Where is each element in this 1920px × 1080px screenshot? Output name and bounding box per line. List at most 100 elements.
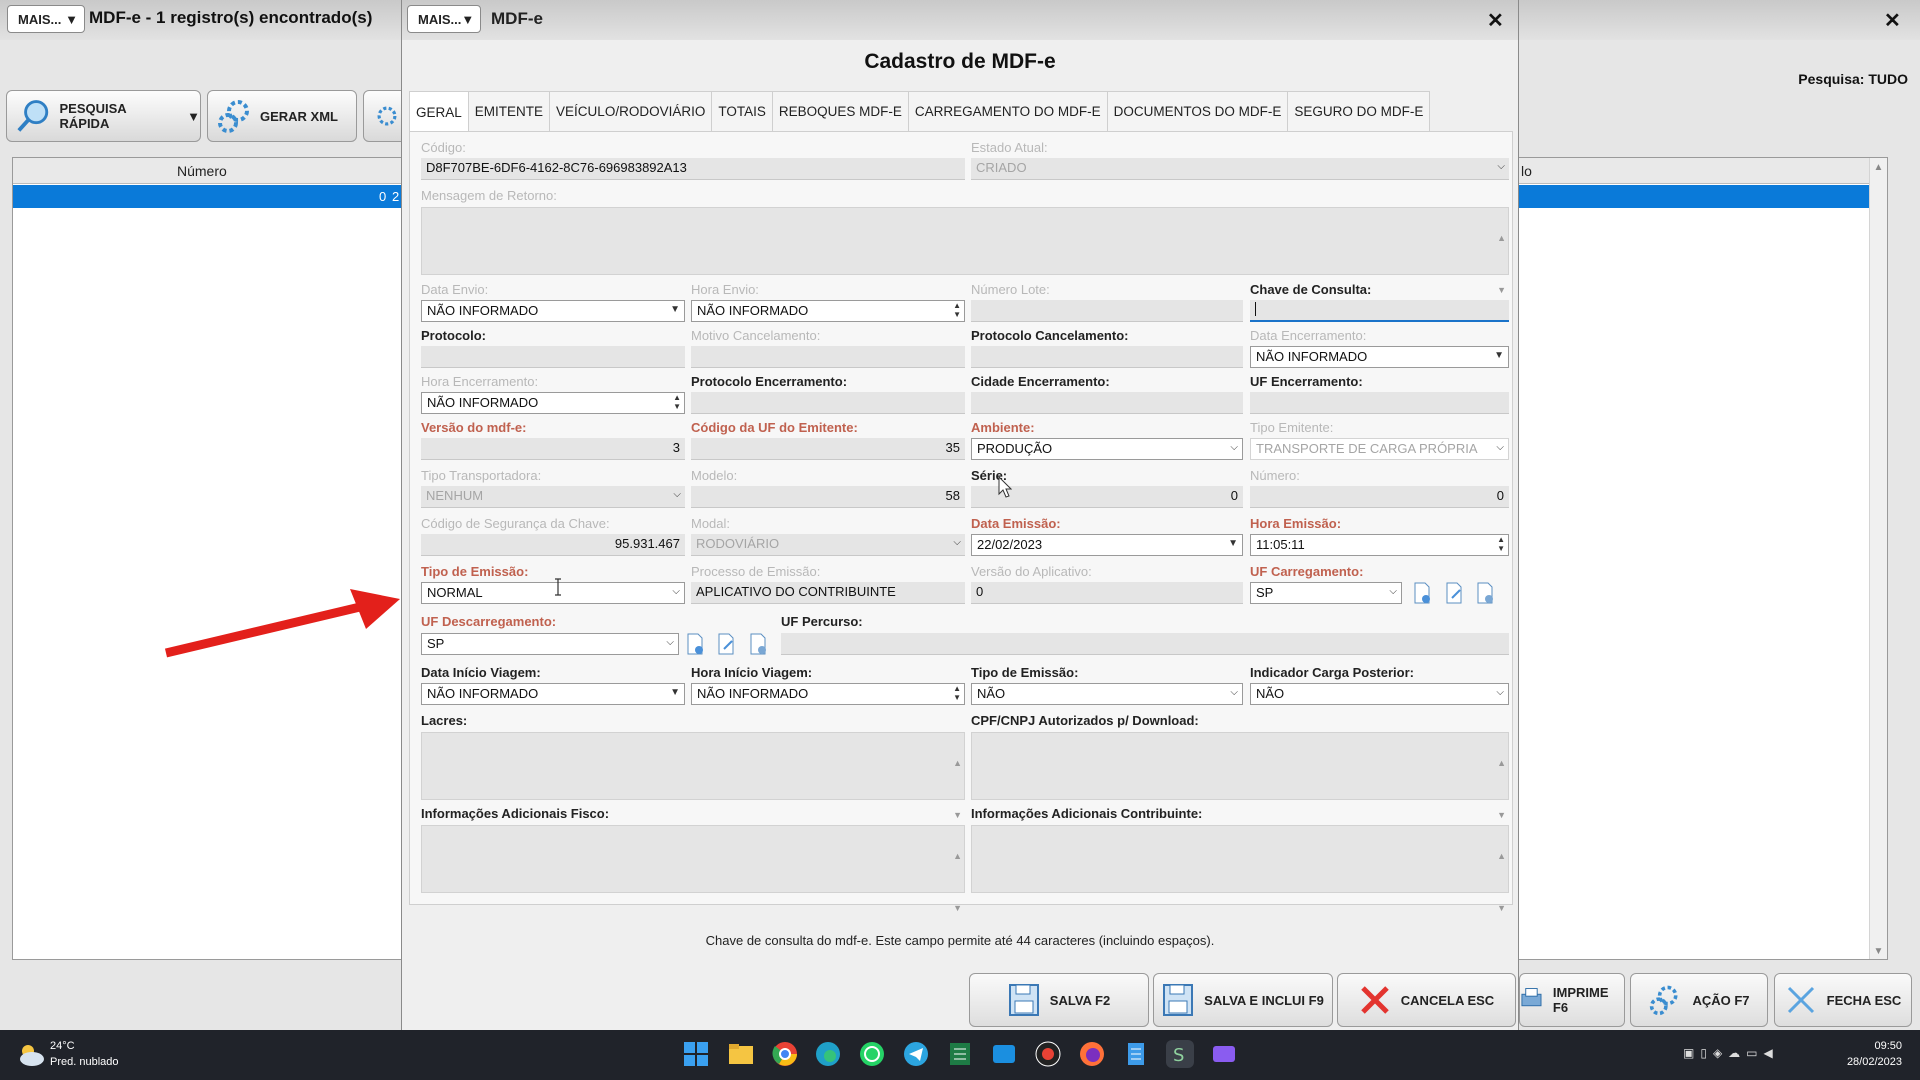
modal-select[interactable]: RODOVIÁRIO ⌵: [691, 534, 965, 556]
codigo-uf-emitente-field[interactable]: 35: [691, 438, 965, 460]
pesquisa-rapida-button[interactable]: PESQUISA RÁPIDA ▼: [6, 90, 201, 142]
add-document-icon[interactable]: [686, 633, 704, 655]
hora-inicio-viagem-spinner[interactable]: NÃO INFORMADO ▲ ▼: [691, 683, 965, 705]
mensagem-textarea[interactable]: ▲ ▼: [421, 207, 1509, 295]
spinner-arrows-icon[interactable]: ▲ ▼: [673, 393, 681, 411]
cancela-button[interactable]: CANCELA ESC: [1337, 973, 1516, 1027]
video-app-icon[interactable]: [1210, 1040, 1238, 1068]
tab-carregamento[interactable]: CARREGAMENTO DO MDF-E: [907, 91, 1108, 131]
main-window-title: MDF-e - 1 registro(s) encontrado(s): [89, 8, 373, 27]
grid-scrollbar[interactable]: ▲ ▼: [1869, 158, 1887, 959]
erp-app-icon[interactable]: S: [1166, 1040, 1194, 1068]
system-tray-icons[interactable]: ▣▯◈☁▭◀: [1683, 1046, 1779, 1060]
weather-description[interactable]: Pred. nublado: [50, 1056, 119, 1068]
chave-consulta-input[interactable]: [1250, 300, 1509, 322]
clock-time[interactable]: 09:50: [1874, 1040, 1902, 1052]
uf-carregamento-select[interactable]: SP ⌵: [1250, 582, 1402, 604]
edit-document-icon[interactable]: [717, 633, 735, 655]
salva-button[interactable]: SALVA F2: [969, 973, 1149, 1027]
uf-descarregamento-value: SP: [427, 636, 445, 651]
add-document-icon[interactable]: [1413, 582, 1431, 604]
versao-aplicativo-field[interactable]: 0: [971, 582, 1243, 604]
numero-lote-field[interactable]: [971, 300, 1243, 322]
tipo-emissao2-select[interactable]: NÃO ⌵: [971, 683, 1243, 705]
versao-mdfe-field[interactable]: 3: [421, 438, 685, 460]
modelo-field[interactable]: 58: [691, 486, 965, 508]
chrome-icon[interactable]: [771, 1040, 799, 1068]
main-close-icon[interactable]: ✕: [1884, 8, 1901, 33]
col-numero-header[interactable]: Número: [177, 163, 227, 179]
protocolo-encerramento-field[interactable]: [691, 392, 965, 414]
tab-geral[interactable]: GERAL: [409, 91, 469, 132]
tab-veiculo-rodoviario[interactable]: VEÍCULO/RODOVIÁRIO: [549, 91, 713, 131]
info-contribuinte-textarea[interactable]: ▲ ▼: [971, 825, 1509, 913]
dialog-mais-button[interactable]: MAIS... ▼: [407, 5, 481, 33]
data-encerramento-picker[interactable]: NÃO INFORMADO ▼: [1250, 346, 1509, 368]
app-icon-round[interactable]: [1034, 1040, 1062, 1068]
versao-mdfe-label: Versão do mdf-e:: [421, 420, 527, 435]
tab-totais[interactable]: TOTAIS: [711, 91, 773, 131]
remove-document-icon[interactable]: [749, 633, 767, 655]
gerar-xml-button[interactable]: GERAR XML: [207, 90, 357, 142]
spinner-arrows-icon[interactable]: ▲ ▼: [1497, 535, 1505, 553]
protocolo-cancelamento-field[interactable]: [971, 346, 1243, 368]
imprime-button[interactable]: IMPRIME F6: [1519, 973, 1625, 1027]
tab-seguro[interactable]: SEGURO DO MDF-E: [1287, 91, 1431, 131]
cpf-cnpj-textarea[interactable]: ▲ ▼: [971, 732, 1509, 820]
motivo-cancelamento-field[interactable]: [691, 346, 965, 368]
salva-e-inclui-button[interactable]: SALVA E INCLUI F9: [1153, 973, 1333, 1027]
lacres-textarea[interactable]: ▲ ▼: [421, 732, 965, 820]
file-explorer-icon[interactable]: [727, 1040, 755, 1068]
cidade-encerramento-field[interactable]: [971, 392, 1243, 414]
data-emissao-picker[interactable]: 22/02/2023 ▼: [971, 534, 1243, 556]
spinner-arrows-icon[interactable]: ▲ ▼: [953, 684, 961, 702]
numero-lote-label: Número Lote:: [971, 282, 1050, 297]
main-mais-button[interactable]: MAIS... ▼: [7, 5, 85, 33]
ambiente-select[interactable]: PRODUÇÃO ⌵: [971, 438, 1243, 460]
spreadsheet-icon[interactable]: [946, 1040, 974, 1068]
telegram-icon[interactable]: [902, 1040, 930, 1068]
firefox-icon[interactable]: [1078, 1040, 1106, 1068]
indicador-carga-select[interactable]: NÃO ⌵: [1250, 683, 1509, 705]
hora-envio-spinner[interactable]: NÃO INFORMADO ▲ ▼: [691, 300, 965, 322]
uf-descarregamento-select[interactable]: SP ⌵: [421, 633, 679, 655]
numero-field[interactable]: 0: [1250, 486, 1509, 508]
clock-date[interactable]: 28/02/2023: [1847, 1056, 1902, 1068]
hora-encerramento-spinner[interactable]: NÃO INFORMADO ▲ ▼: [421, 392, 685, 414]
notepad-icon[interactable]: [1122, 1040, 1150, 1068]
edge-icon[interactable]: [814, 1040, 842, 1068]
processo-emissao-field[interactable]: APLICATIVO DO CONTRIBUINTE: [691, 582, 965, 604]
weather-cloud-icon[interactable]: [16, 1042, 46, 1068]
info-fisco-textarea[interactable]: ▲ ▼: [421, 825, 965, 913]
whatsapp-icon[interactable]: [858, 1040, 886, 1068]
estado-select[interactable]: CRIADO ⌵: [971, 158, 1509, 180]
remove-document-icon[interactable]: [1476, 582, 1494, 604]
tab-documentos[interactable]: DOCUMENTOS DO MDF-E: [1106, 91, 1289, 131]
tipo-emitente-select[interactable]: TRANSPORTE DE CARGA PRÓPRIA ⌵: [1250, 438, 1509, 460]
spinner-arrows-icon[interactable]: ▲ ▼: [953, 301, 961, 319]
tab-emitente[interactable]: EMITENTE: [467, 91, 551, 131]
uf-carregamento-value: SP: [1256, 585, 1274, 600]
tab-reboques[interactable]: REBOQUES MDF-E: [771, 91, 909, 131]
hora-emissao-spinner[interactable]: 11:05:11 ▲ ▼: [1250, 534, 1509, 556]
weather-temp[interactable]: 24°C: [50, 1040, 75, 1052]
codigo-field[interactable]: D8F707BE-6DF6-4162-8C76-696983892A13: [421, 158, 965, 180]
uf-percurso-field[interactable]: [781, 633, 1509, 655]
col-partial-header[interactable]: lo: [1521, 163, 1532, 179]
codigo-label: Código:: [421, 140, 466, 155]
acao-button[interactable]: AÇÃO F7: [1630, 973, 1768, 1027]
protocolo-field[interactable]: [421, 346, 685, 368]
fecha-button[interactable]: FECHA ESC: [1774, 973, 1912, 1027]
tipo-transportadora-select[interactable]: NENHUM ⌵: [421, 486, 685, 508]
data-inicio-viagem-picker[interactable]: NÃO INFORMADO ▼: [421, 683, 685, 705]
uf-encerramento-field[interactable]: [1250, 392, 1509, 414]
codigo-seguranca-field[interactable]: 95.931.467: [421, 534, 685, 556]
data-envio-picker[interactable]: NÃO INFORMADO ▼: [421, 300, 685, 322]
windows-start-icon[interactable]: [682, 1040, 710, 1068]
app-icon-blue[interactable]: [990, 1040, 1018, 1068]
pesquisa-value: TUDO: [1868, 71, 1908, 87]
dialog-close-icon[interactable]: ✕: [1487, 8, 1504, 33]
edit-document-icon[interactable]: [1445, 582, 1463, 604]
scroll-up-icon[interactable]: ▲: [1870, 162, 1887, 173]
scroll-down-icon[interactable]: ▼: [1870, 946, 1887, 957]
